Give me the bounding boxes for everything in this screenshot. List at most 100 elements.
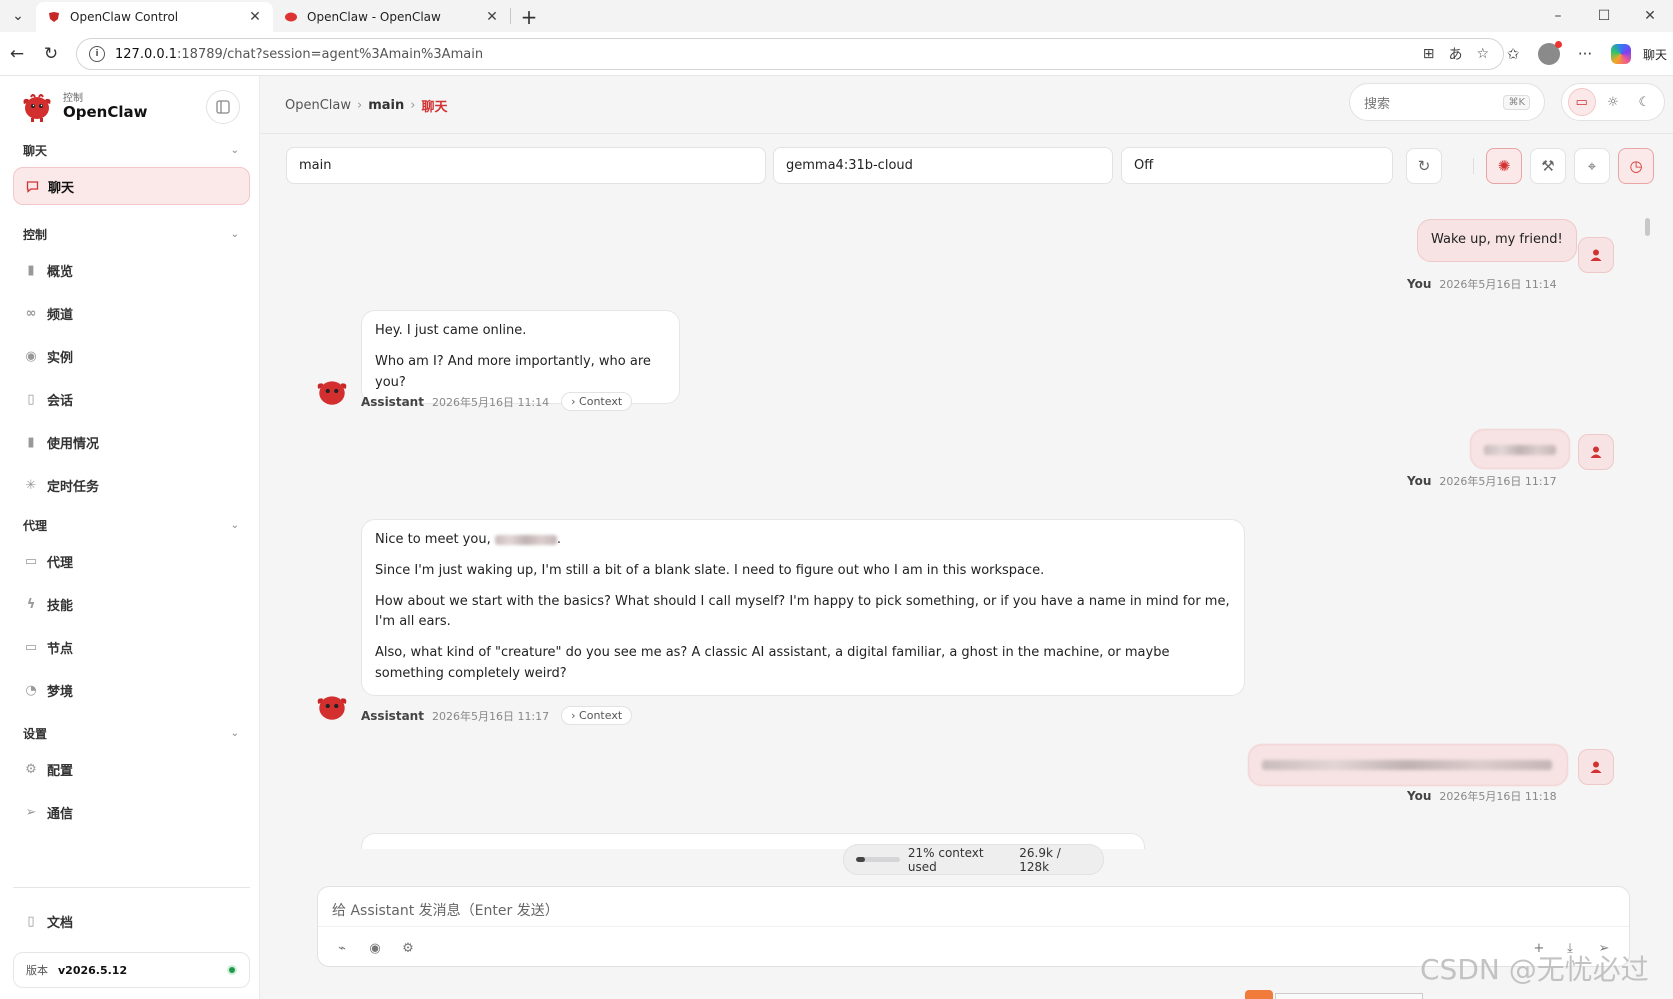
sidebar-divider <box>13 887 250 888</box>
favorites-icon[interactable]: ✩ <box>1499 40 1527 68</box>
translate-icon[interactable]: あ <box>1448 44 1462 64</box>
more-icon[interactable]: ··· <box>1571 40 1599 68</box>
sender-name: Assistant <box>361 708 424 723</box>
copilot-label[interactable]: 聊天 <box>1643 46 1667 63</box>
sidebar-item-label: 通信 <box>47 806 74 822</box>
sidebar-item-label: 实例 <box>47 350 74 366</box>
back-icon[interactable]: ← <box>0 37 34 71</box>
url-field[interactable]: i 127.0.0.1:18789/chat?session=agent%3Am… <box>76 38 1504 70</box>
version-card: 版本 v2026.5.12 <box>13 952 250 988</box>
minimize-icon[interactable]: – <box>1535 0 1581 32</box>
message-paragraph: Since I'm just waking up, I'm still a bi… <box>375 562 1045 578</box>
favorite-star-icon[interactable]: ☆ <box>1476 46 1489 62</box>
chevron-down-icon: ⌄ <box>230 145 239 156</box>
sidebar-item-nodes[interactable]: ▭ 节点 <box>13 628 250 666</box>
url-path: :18789/chat?session=agent%3Amain%3Amain <box>177 46 484 62</box>
section-label: 代理 <box>23 519 48 533</box>
close-window-icon[interactable]: ✕ <box>1627 0 1673 32</box>
sidebar-item-sessions[interactable]: ▯ 会话 <box>13 380 250 418</box>
sidebar-item-cron[interactable]: ✳ 定时任务 <box>13 466 250 504</box>
chat-bubble-icon <box>24 180 40 193</box>
model-select[interactable]: gemma4:31b-cloud <box>773 147 1113 184</box>
sidebar-item-label: 代理 <box>47 555 74 571</box>
crumb-root[interactable]: OpenClaw <box>285 98 351 113</box>
message-meta: You 2026年5月16日 11:14 <box>1407 276 1557 292</box>
context-toggle-button[interactable]: › Context <box>561 392 633 411</box>
site-info-icon[interactable]: i <box>89 46 105 62</box>
browser-tab-openclaw[interactable]: OpenClaw - OpenClaw ✕ <box>273 2 510 32</box>
attach-icon[interactable]: ⌁ <box>331 937 353 959</box>
redacted-text <box>1484 444 1556 455</box>
sidebar-item-skills[interactable]: ϟ 技能 <box>13 585 250 623</box>
browser-tab-bar: ⌄ OpenClaw Control ✕ OpenClaw - OpenClaw… <box>0 0 1673 32</box>
context-progress-fill <box>856 857 866 862</box>
sender-name: You <box>1407 474 1432 488</box>
link-icon: ∞ <box>25 305 37 321</box>
crumb-separator-icon: › <box>357 98 363 113</box>
refresh-button[interactable]: ↻ <box>1406 148 1442 184</box>
browser-tab-openclaw-control[interactable]: OpenClaw Control ✕ <box>36 2 273 32</box>
history-button[interactable]: ◷ <box>1618 148 1654 184</box>
crumb-agent[interactable]: main <box>368 98 404 113</box>
message-paragraph: Also, what kind of "creature" do you see… <box>375 645 1170 681</box>
settings-gear-icon[interactable]: ⚙ <box>397 937 419 959</box>
light-theme-icon[interactable]: ☼ <box>1599 88 1627 116</box>
section-control[interactable]: 控制 ⌄ <box>23 226 239 243</box>
system-theme-icon[interactable]: ▭ <box>1567 88 1596 116</box>
sidebar-item-overview[interactable]: ▮ 概览 <box>13 251 250 289</box>
sidebar-item-usage[interactable]: ▮ 使用情况 <box>13 423 250 461</box>
user-icon <box>1590 761 1602 773</box>
sidebar-item-channels[interactable]: ∞ 频道 <box>13 294 250 332</box>
thinking-toggle-button[interactable]: ✺ <box>1486 148 1522 184</box>
sidebar-item-chat[interactable]: 聊天 <box>13 167 250 205</box>
section-chat[interactable]: 聊天 ⌄ <box>23 142 239 159</box>
sidebar-item-label: 配置 <box>47 763 74 779</box>
profile-icon[interactable] <box>1535 40 1563 68</box>
broadcast-icon[interactable]: ◉ <box>364 937 386 959</box>
section-agent[interactable]: 代理 ⌄ <box>23 517 239 534</box>
openclaw-favicon-icon <box>283 10 299 24</box>
new-tab-button[interactable]: + <box>511 2 547 32</box>
message-time: 2026年5月16日 11:18 <box>1439 790 1557 803</box>
chat-scrollbar[interactable] <box>1645 218 1650 236</box>
tools-button[interactable]: ⚒ <box>1530 148 1566 184</box>
crumb-separator-icon: › <box>410 98 416 113</box>
session-select[interactable]: main <box>286 147 766 184</box>
search-input[interactable]: 搜索 ⌘K <box>1349 83 1545 121</box>
sidebar-item-config[interactable]: ⚙ 配置 <box>13 750 250 788</box>
redacted-name <box>494 534 557 545</box>
sidebar-item-docs[interactable]: ▯ 文档 <box>13 902 250 940</box>
chevron-down-icon: ⌄ <box>230 229 239 240</box>
tab-list-button[interactable]: ⌄ <box>0 0 36 32</box>
close-tab-icon[interactable]: ✕ <box>484 9 500 25</box>
assistant-avatar-icon <box>317 696 347 720</box>
dark-theme-icon[interactable]: ☾ <box>1630 88 1658 116</box>
window-controls: – ☐ ✕ <box>1535 0 1673 32</box>
sidebar-toggle-icon <box>216 100 230 114</box>
theme-switcher: ▭ ☼ ☾ <box>1561 83 1665 121</box>
section-settings[interactable]: 设置 ⌄ <box>23 725 239 742</box>
sidebar-item-label: 节点 <box>47 641 74 657</box>
context-usage-indicator: 21% context used 26.9k / 128k <box>843 844 1104 875</box>
sidebar-item-label: 聊天 <box>48 180 75 196</box>
sidebar-item-agents[interactable]: ▭ 代理 <box>13 542 250 580</box>
sidebar-item-comms[interactable]: ➢ 通信 <box>13 793 250 831</box>
maximize-icon[interactable]: ☐ <box>1581 0 1627 32</box>
message-time: 2026年5月16日 11:17 <box>431 709 550 723</box>
redacted-text <box>1262 759 1552 770</box>
folder-icon: ▭ <box>24 553 38 569</box>
sidebar-item-instances[interactable]: ◉ 实例 <box>13 337 250 375</box>
sidebar-item-dreams[interactable]: ◔ 梦境 <box>13 671 250 709</box>
reload-icon[interactable]: ↻ <box>34 37 68 71</box>
lightning-icon: ϟ <box>26 596 36 612</box>
message-paragraph: Hey. I just came online. <box>375 323 527 338</box>
context-toggle-button[interactable]: › Context <box>561 706 633 725</box>
toolbar-divider <box>1473 158 1474 174</box>
collapse-sidebar-button[interactable] <box>206 90 240 124</box>
app-available-icon[interactable]: ⊞ <box>1423 46 1435 62</box>
close-tab-icon[interactable]: ✕ <box>247 9 263 25</box>
thinking-select[interactable]: Off <box>1121 147 1393 184</box>
copilot-icon[interactable] <box>1607 40 1635 68</box>
focus-button[interactable]: ⌖ <box>1574 148 1610 184</box>
sidebar-item-label: 定时任务 <box>47 479 100 495</box>
